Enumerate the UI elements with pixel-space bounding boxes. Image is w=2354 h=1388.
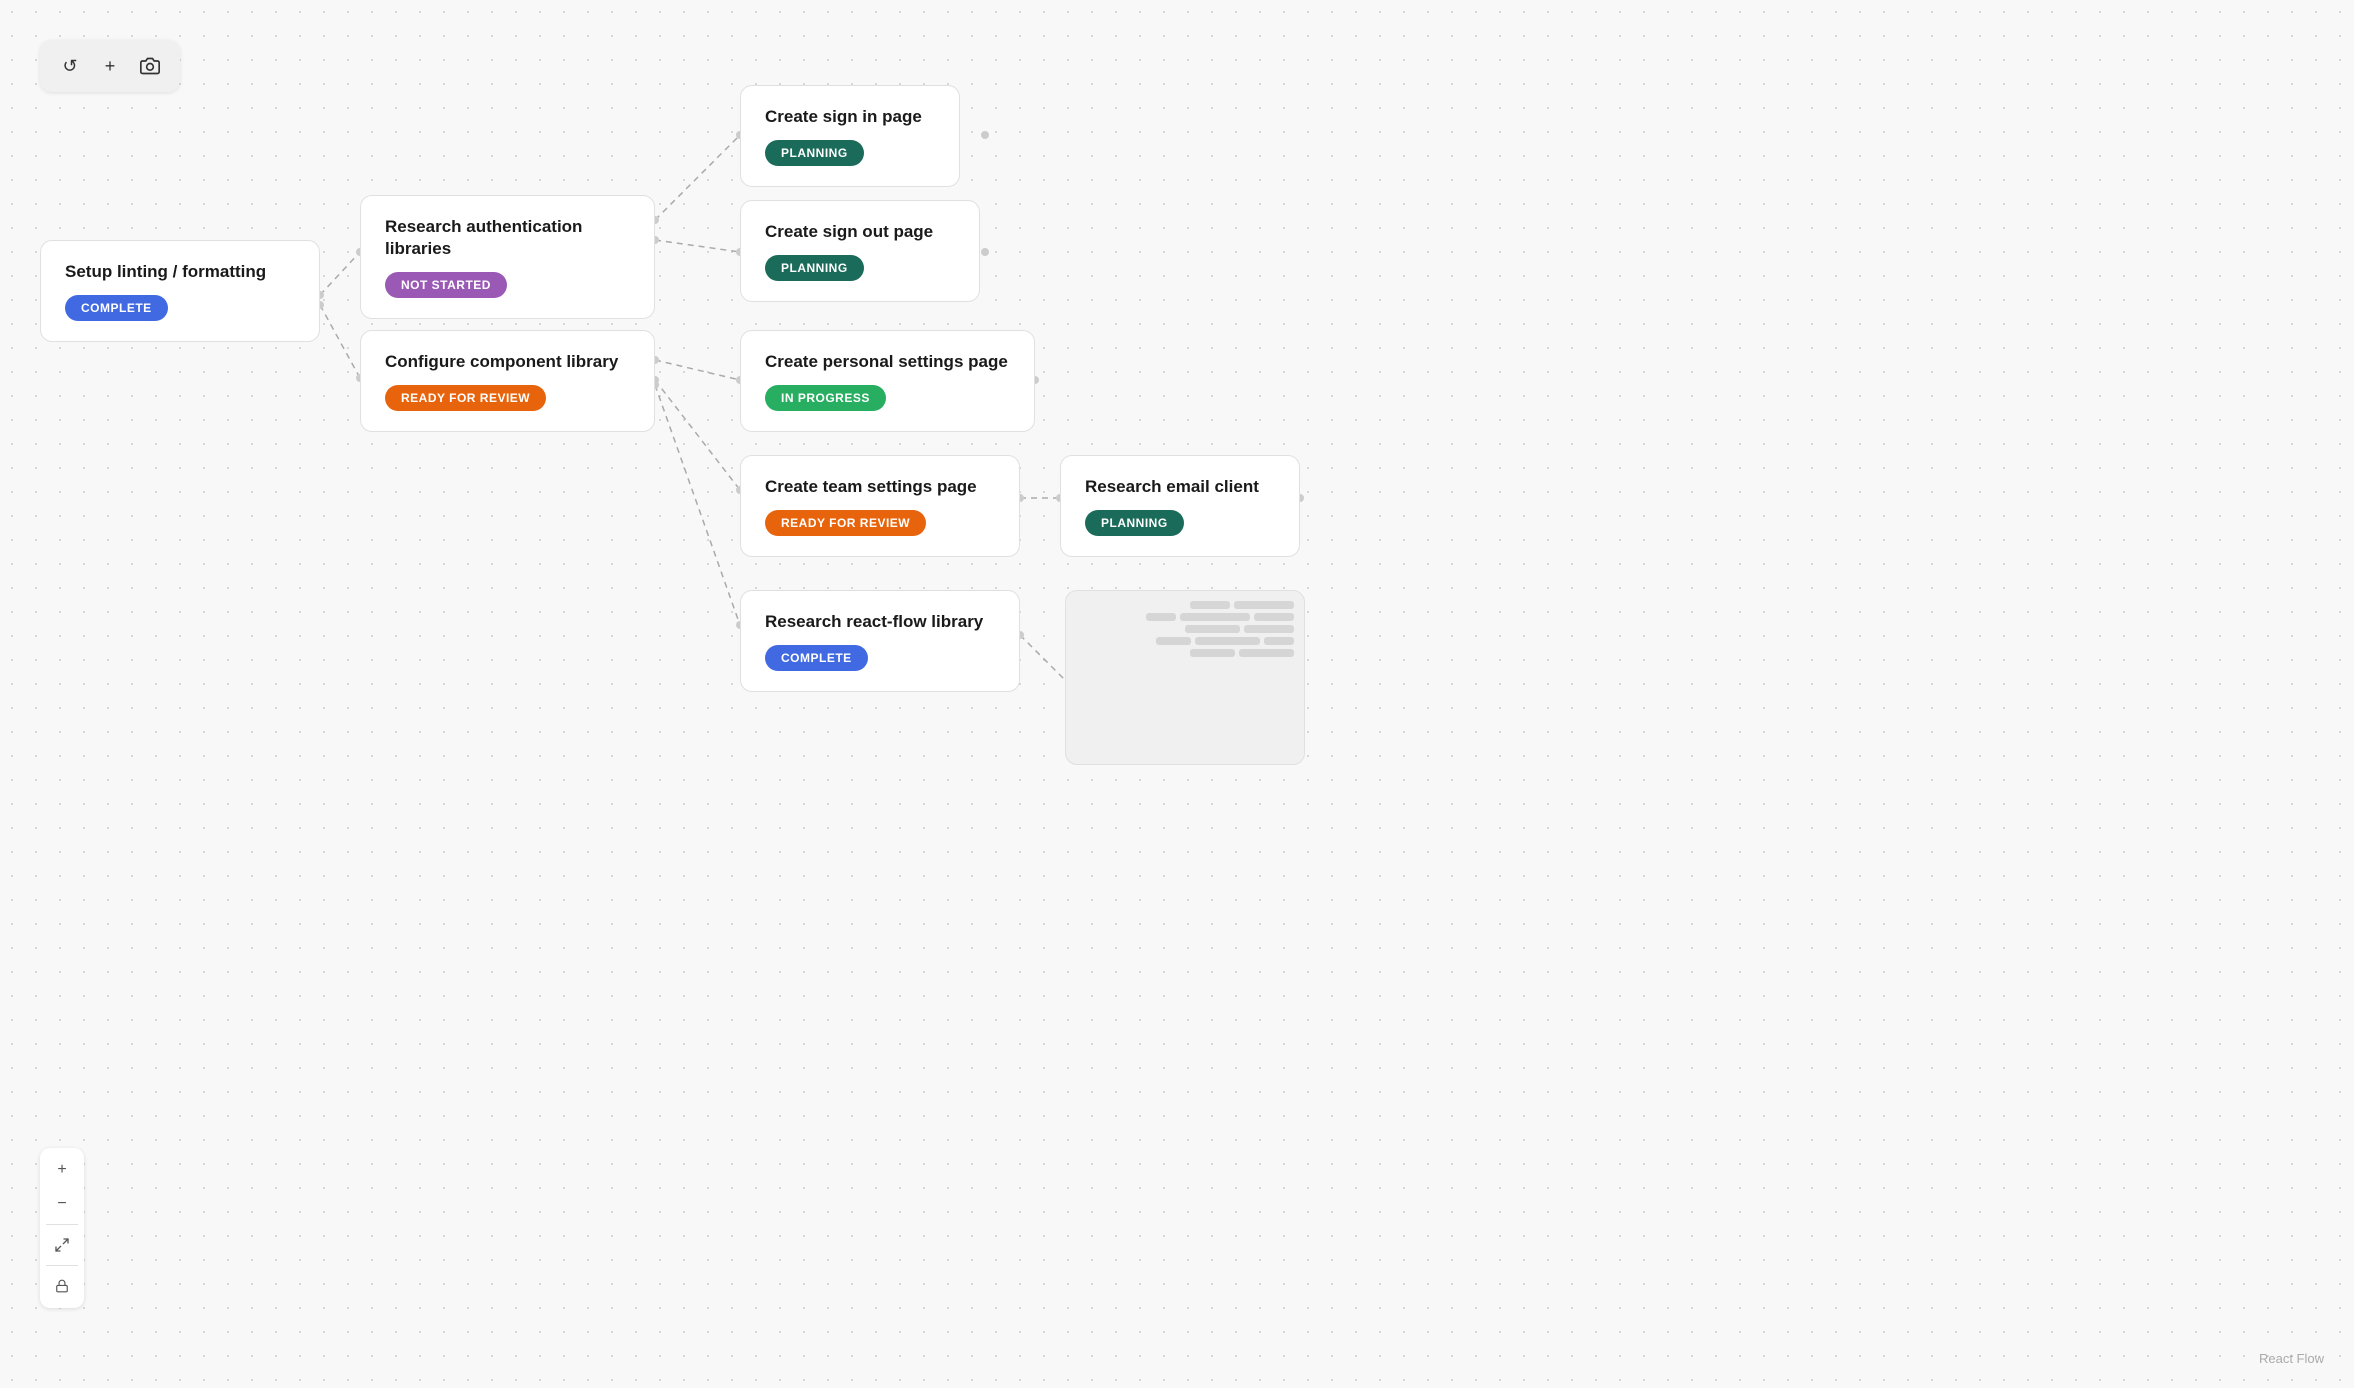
node-create-personal-title: Create personal settings page bbox=[765, 351, 1010, 373]
node-create-team-badge: READY FOR REVIEW bbox=[765, 510, 926, 536]
node-research-auth[interactable]: Research authentication libraries NOT ST… bbox=[360, 195, 655, 319]
node-research-auth-badge: NOT STARTED bbox=[385, 272, 507, 298]
zoom-out-button[interactable]: − bbox=[46, 1188, 78, 1220]
node-create-team-title: Create team settings page bbox=[765, 476, 995, 498]
preview-row-1 bbox=[1076, 601, 1294, 609]
preview-row-2 bbox=[1076, 613, 1294, 621]
node-research-reactflow-badge: COMPLETE bbox=[765, 645, 868, 671]
toolbar-divider bbox=[46, 1224, 78, 1225]
node-configure-component-title: Configure component library bbox=[385, 351, 630, 373]
preview-inner bbox=[1066, 591, 1304, 667]
toolbar-divider-2 bbox=[46, 1265, 78, 1266]
node-research-email[interactable]: Research email client PLANNING bbox=[1060, 455, 1300, 557]
main-toolbar: ↺ + bbox=[40, 40, 180, 92]
node-create-team[interactable]: Create team settings page READY FOR REVI… bbox=[740, 455, 1020, 557]
node-configure-component-badge: READY FOR REVIEW bbox=[385, 385, 546, 411]
zoom-in-button[interactable]: + bbox=[46, 1154, 78, 1186]
node-setup-linting[interactable]: Setup linting / formatting COMPLETE bbox=[40, 240, 320, 342]
preview-row-3 bbox=[1076, 625, 1294, 633]
node-create-signin-badge: PLANNING bbox=[765, 140, 864, 166]
node-create-signout[interactable]: Create sign out page PLANNING bbox=[740, 200, 980, 302]
node-create-personal[interactable]: Create personal settings page IN PROGRES… bbox=[740, 330, 1035, 432]
node-create-signout-badge: PLANNING bbox=[765, 255, 864, 281]
react-flow-label: React Flow bbox=[2259, 1351, 2324, 1366]
refresh-button[interactable]: ↺ bbox=[52, 48, 88, 84]
node-create-signin[interactable]: Create sign in page PLANNING bbox=[740, 85, 960, 187]
node-create-personal-badge: IN PROGRESS bbox=[765, 385, 886, 411]
node-research-reactflow-title: Research react-flow library bbox=[765, 611, 995, 633]
fit-view-button[interactable] bbox=[46, 1229, 78, 1261]
preview-row-5 bbox=[1076, 649, 1294, 657]
preview-row-4 bbox=[1076, 637, 1294, 645]
add-button[interactable]: + bbox=[92, 48, 128, 84]
node-research-email-title: Research email client bbox=[1085, 476, 1275, 498]
node-research-auth-title: Research authentication libraries bbox=[385, 216, 630, 260]
screenshot-button[interactable] bbox=[132, 48, 168, 84]
node-create-signin-title: Create sign in page bbox=[765, 106, 935, 128]
lock-button[interactable] bbox=[46, 1270, 78, 1302]
node-research-email-badge: PLANNING bbox=[1085, 510, 1184, 536]
node-configure-component[interactable]: Configure component library READY FOR RE… bbox=[360, 330, 655, 432]
node-setup-linting-title: Setup linting / formatting bbox=[65, 261, 295, 283]
preview-node bbox=[1065, 590, 1305, 765]
node-create-signout-title: Create sign out page bbox=[765, 221, 955, 243]
node-setup-linting-badge: COMPLETE bbox=[65, 295, 168, 321]
bottom-toolbar: + − bbox=[40, 1148, 84, 1308]
node-research-reactflow[interactable]: Research react-flow library COMPLETE bbox=[740, 590, 1020, 692]
